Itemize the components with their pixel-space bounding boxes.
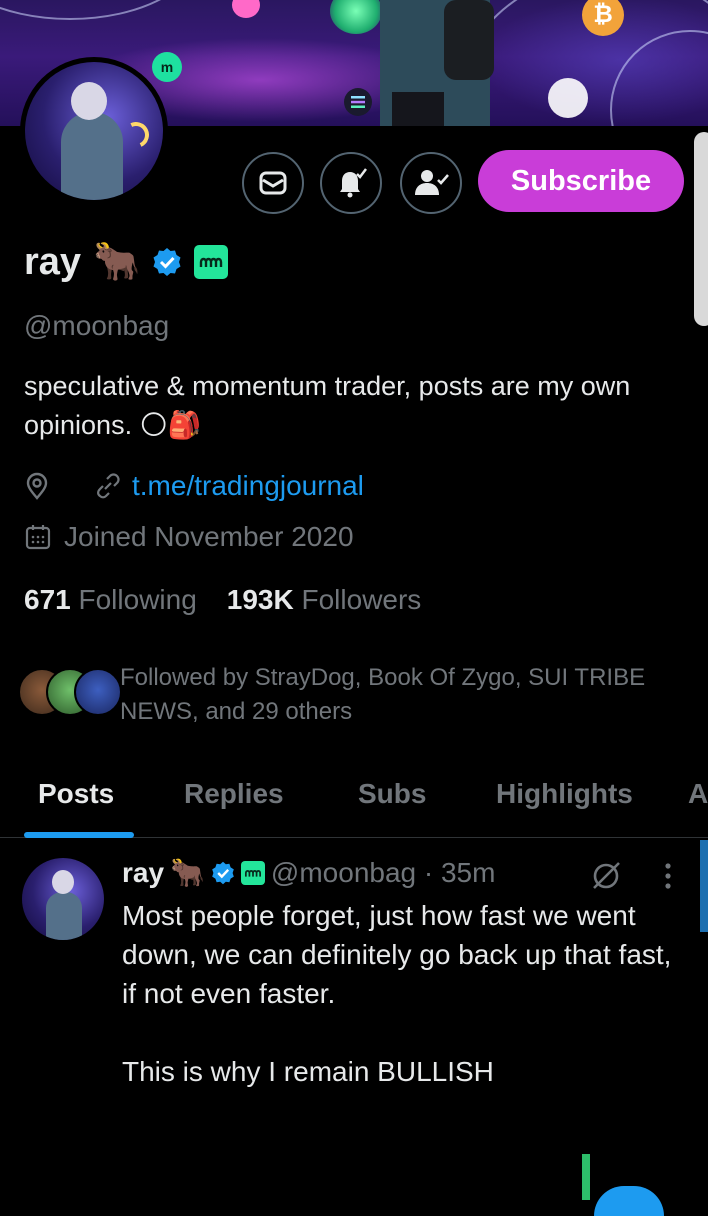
active-tab-indicator xyxy=(24,832,134,838)
following-button[interactable] xyxy=(400,152,462,214)
message-button[interactable] xyxy=(242,152,304,214)
banner-coin-icon xyxy=(548,78,588,118)
following-count: 671 xyxy=(24,584,71,615)
verified-badge-icon[interactable] xyxy=(152,247,182,277)
post-author-name[interactable]: ray xyxy=(122,857,164,889)
banner-character-legs xyxy=(392,92,444,126)
avatar xyxy=(74,668,122,716)
compose-button[interactable] xyxy=(594,1186,664,1216)
solana-coin-icon xyxy=(344,88,372,116)
banner-glow-orb xyxy=(330,0,382,34)
followed-by-text[interactable]: Followed by StrayDog, Book Of Zygo, SUI … xyxy=(120,661,690,729)
bio-text: speculative & momentum trader, posts are… xyxy=(24,371,631,440)
person-check-icon xyxy=(415,170,449,195)
tab-replies[interactable]: Replies xyxy=(184,778,284,810)
link-icon xyxy=(97,473,120,499)
post-handle-time[interactable]: @moonbag · 35m xyxy=(271,857,496,889)
profile-name-row: ray 🐂 xyxy=(24,240,229,284)
location-icon xyxy=(26,472,48,500)
banner-backpack xyxy=(444,0,494,80)
post-header: ray 🐂 @moonbag · 35m xyxy=(122,856,495,889)
profile-meta-row: t.me/tradingjournal xyxy=(24,470,364,502)
post-text: Most people forget, just how fast we wen… xyxy=(122,900,672,1087)
profile-handle: @moonbag xyxy=(24,310,170,341)
profile-tabs: Posts Replies Subs Highlights A xyxy=(0,770,708,838)
envelope-icon xyxy=(259,171,287,195)
subscribe-button[interactable]: Subscribe xyxy=(478,150,684,212)
side-indicator xyxy=(700,840,708,932)
ox-emoji: 🐂 xyxy=(93,241,141,283)
post-media-preview[interactable] xyxy=(582,1154,590,1200)
profile-avatar[interactable] xyxy=(20,57,168,205)
joined-row: Joined November 2020 xyxy=(24,521,354,553)
profile-website-link[interactable]: t.me/tradingjournal xyxy=(132,470,364,502)
mutual-followers-avatars[interactable] xyxy=(18,668,122,720)
joined-date: Joined November 2020 xyxy=(64,521,354,552)
calendar-icon xyxy=(25,525,51,550)
profile-bio: speculative & momentum trader, posts are… xyxy=(24,367,674,445)
bio-emoji: 🌕🎒 xyxy=(139,410,202,440)
tab-subs[interactable]: Subs xyxy=(358,778,426,810)
tab-posts[interactable]: Posts xyxy=(38,778,114,810)
grok-icon[interactable] xyxy=(588,858,624,894)
bell-check-icon xyxy=(340,168,367,198)
tab-articles[interactable]: A xyxy=(688,778,708,810)
notifications-button[interactable] xyxy=(320,152,382,214)
scrollbar-handle[interactable] xyxy=(694,132,708,326)
banner-coin-icon: m xyxy=(152,52,182,82)
banner-coin-icon xyxy=(232,0,260,18)
followers-label: Followers xyxy=(301,584,422,615)
verified-badge-icon xyxy=(212,861,234,884)
more-options-icon[interactable] xyxy=(660,860,676,892)
affiliate-badge-icon[interactable] xyxy=(194,245,229,279)
ox-emoji: 🐂 xyxy=(170,857,205,888)
tab-highlights[interactable]: Highlights xyxy=(496,778,633,810)
followers-count: 193K xyxy=(226,584,294,615)
banner-orbit-ring xyxy=(0,0,200,20)
following-stat[interactable]: 671 Following xyxy=(24,584,197,616)
follow-stats: 671 Following 193K Followers xyxy=(24,584,421,616)
followers-stat[interactable]: 193K Followers xyxy=(227,584,422,616)
affiliate-badge-icon xyxy=(240,860,265,885)
post-author-avatar[interactable] xyxy=(22,858,104,940)
moon-icon xyxy=(119,118,153,152)
following-label: Following xyxy=(78,584,197,615)
profile-name: ray xyxy=(24,240,82,283)
